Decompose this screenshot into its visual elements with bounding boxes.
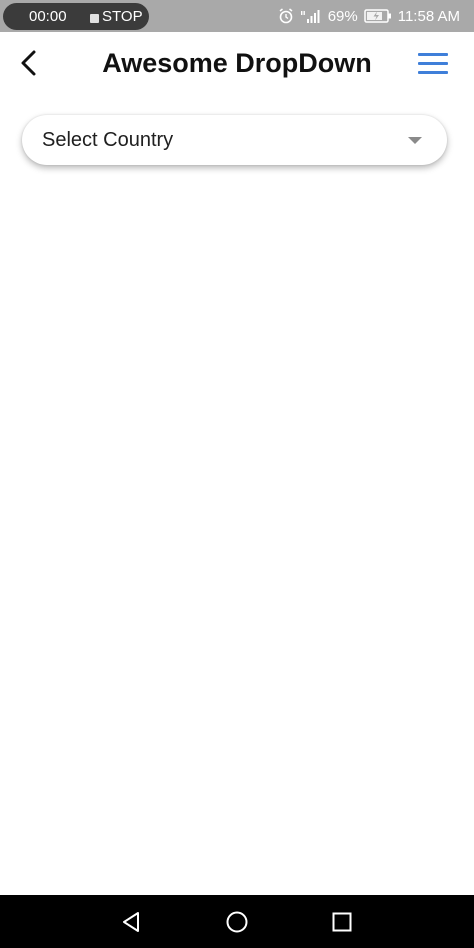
screen-recorder-pill[interactable]: 00:00 STOP xyxy=(3,3,149,30)
home-circle-icon xyxy=(226,911,248,933)
recents-square-icon xyxy=(332,912,352,932)
menu-button[interactable] xyxy=(418,48,452,78)
screen: 00:00 STOP 69% 11:58 AM Awesome DropDown… xyxy=(0,0,474,948)
battery-icon xyxy=(363,9,391,23)
status-icons: 69% 11:58 AM xyxy=(278,6,460,26)
battery-percent: 69% xyxy=(327,7,358,25)
hamburger-menu-icon-bar xyxy=(418,61,448,65)
hamburger-menu-icon-bar xyxy=(418,70,448,74)
signal-icon xyxy=(300,10,320,23)
system-nav-bar xyxy=(0,895,474,948)
status-clock: 11:58 AM xyxy=(397,7,460,25)
dropdown-placeholder: Select Country xyxy=(42,129,174,151)
alarm-icon xyxy=(279,8,293,24)
caret-down-icon xyxy=(408,137,422,144)
status-bar: 00:00 STOP 69% 11:58 AM xyxy=(0,0,474,32)
nav-home-button[interactable] xyxy=(220,905,254,939)
country-dropdown[interactable]: Select Country xyxy=(22,115,447,165)
nav-recents-button[interactable] xyxy=(325,905,359,939)
app-bar: Awesome DropDown xyxy=(0,32,474,94)
nav-back-button[interactable] xyxy=(114,905,148,939)
back-triangle-icon xyxy=(123,912,139,932)
recorder-stop-label[interactable]: STOP xyxy=(102,8,143,25)
page-title: Awesome DropDown xyxy=(102,48,372,78)
stop-icon xyxy=(90,14,99,23)
hamburger-menu-icon xyxy=(418,52,448,56)
recorder-time: 00:00 xyxy=(29,8,67,25)
